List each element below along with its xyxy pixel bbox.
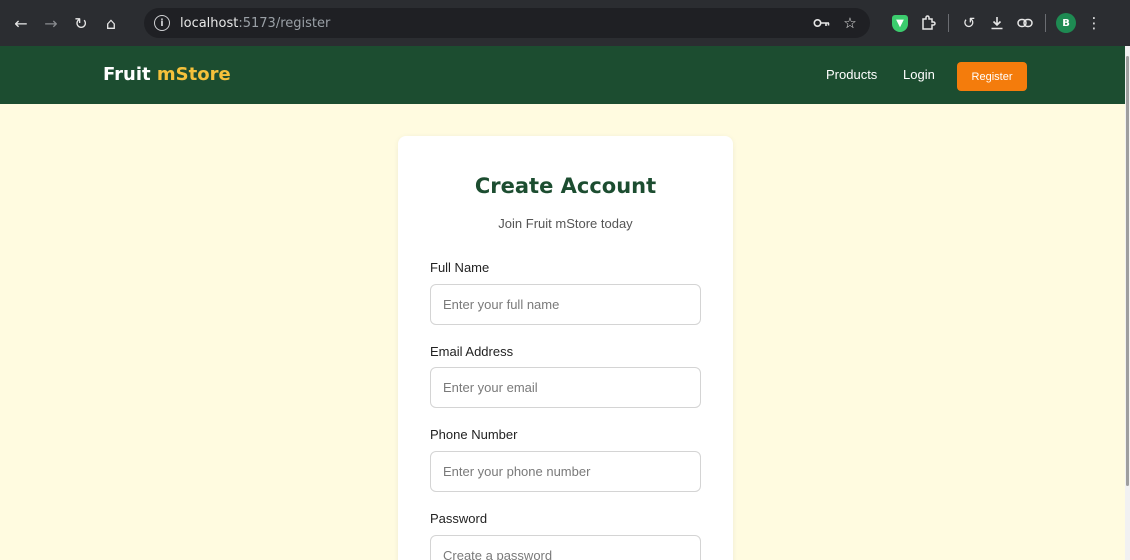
home-icon[interactable]: ⌂ (98, 10, 124, 36)
phone-input[interactable] (430, 451, 701, 492)
brand-primary: Fruit (103, 64, 151, 85)
forward-arrow-icon[interactable]: → (38, 10, 64, 36)
url-host: localhost (180, 15, 239, 31)
url-path: :5173/register (238, 15, 331, 31)
back-arrow-icon[interactable]: ← (8, 10, 34, 36)
scrollbar-thumb[interactable] (1126, 56, 1129, 486)
page-title: Create Account (474, 174, 657, 198)
email-input[interactable] (430, 367, 701, 408)
kebab-menu-icon[interactable]: ⋮ (1080, 9, 1108, 37)
site-navbar: Fruit mStore Products Login Register (0, 46, 1125, 104)
nav-link-products[interactable]: Products (826, 67, 877, 82)
page-scrollbar[interactable] (1125, 46, 1130, 560)
link-icon[interactable] (1011, 9, 1039, 37)
nav-link-login[interactable]: Login (903, 67, 935, 82)
download-icon[interactable] (983, 9, 1011, 37)
password-label: Password (430, 511, 488, 526)
password-input[interactable] (430, 535, 701, 560)
reload-icon[interactable]: ↻ (68, 10, 94, 36)
full-name-label: Full Name (430, 260, 490, 275)
shield-icon[interactable]: ▼ (886, 9, 914, 37)
puzzle-icon[interactable] (914, 9, 942, 37)
register-button[interactable]: Register (957, 62, 1027, 91)
key-icon[interactable] (808, 9, 836, 37)
register-card: Create Account Join Fruit mStore today F… (398, 136, 733, 560)
phone-label: Phone Number (430, 427, 518, 442)
profile-avatar[interactable]: B (1052, 9, 1080, 37)
info-icon[interactable]: i (154, 15, 170, 31)
brand-accent: mStore (156, 64, 231, 85)
star-icon[interactable]: ☆ (836, 9, 864, 37)
toolbar-divider (1045, 14, 1046, 32)
page-subtitle: Join Fruit mStore today (498, 216, 633, 231)
full-name-input[interactable] (430, 284, 701, 325)
address-bar[interactable]: i localhost :5173/register (144, 8, 870, 38)
history-icon[interactable]: ↺ (955, 9, 983, 37)
brand-logo[interactable]: Fruit mStore (103, 64, 231, 85)
email-label: Email Address (430, 344, 514, 359)
browser-toolbar: ← → ↻ ⌂ i localhost :5173/register ☆ ▼ ↺… (0, 0, 1130, 46)
toolbar-divider (948, 14, 949, 32)
